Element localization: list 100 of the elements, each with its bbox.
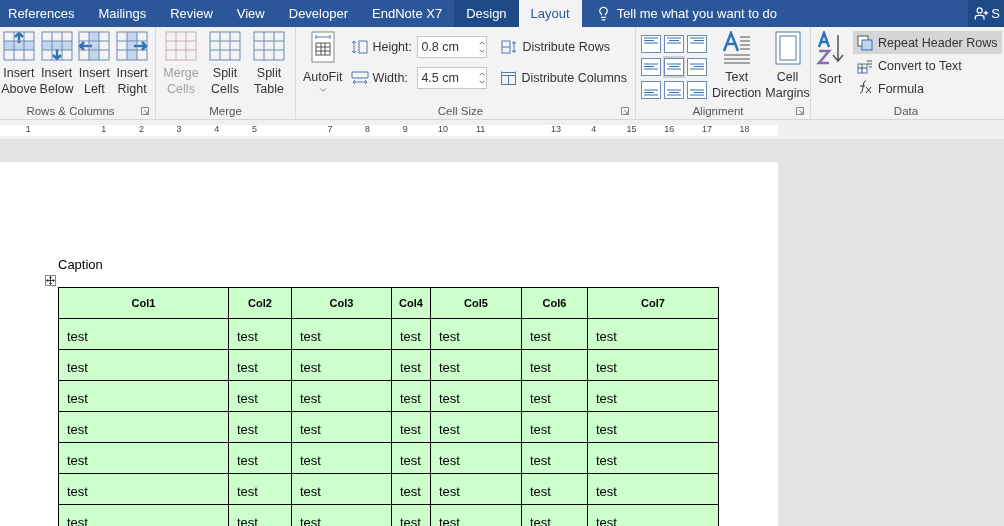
ruler-number: 17 [701, 124, 712, 134]
field-label: Height: [372, 39, 413, 54]
table-cell: test [291, 442, 392, 474]
table-cell: test [521, 442, 588, 474]
distribute-button[interactable]: Distribute Rows [497, 31, 631, 62]
cell-margins-button[interactable]: Cell Margins [765, 31, 810, 101]
caption-text: Caption [58, 257, 104, 274]
insert-button[interactable]: Insert Right [113, 31, 151, 97]
table-cell: test [587, 442, 719, 474]
account-button[interactable]: S [968, 0, 1004, 27]
dialog-launcher-icon[interactable] [141, 106, 149, 115]
data-command[interactable]: Convert to Text [853, 54, 1002, 77]
ruler-number: 3 [176, 124, 182, 134]
align-button[interactable] [640, 33, 662, 55]
align-icon [640, 57, 662, 77]
ribbon-tab[interactable]: Mailings [86, 0, 159, 27]
table-cell: test [58, 411, 229, 443]
table-cell: test [521, 318, 588, 350]
table-cell: test [430, 473, 522, 505]
table-grid-icon [165, 31, 197, 61]
align-button[interactable] [663, 79, 685, 101]
ruler-number: 1 [25, 124, 31, 134]
align-button[interactable] [640, 56, 662, 78]
align-button[interactable] [686, 79, 708, 101]
table-cell: test [391, 411, 431, 443]
group-title: Alignment [691, 104, 745, 117]
align-button[interactable] [663, 33, 685, 55]
ribbon-tab[interactable]: Design [454, 0, 519, 27]
table-cell: test [587, 380, 719, 412]
ruler-number: 8 [365, 124, 371, 134]
align-icon [663, 34, 685, 54]
header-cell: Col3 [291, 287, 392, 319]
distribute-rows-icon [501, 38, 518, 55]
dialog-launcher-icon[interactable] [796, 106, 804, 115]
distribute-button[interactable]: Distribute Columns [497, 62, 631, 93]
caret-icon [317, 85, 328, 95]
text-direction-button[interactable]: Text Direction [712, 31, 762, 101]
ruler-number: 13 [551, 124, 562, 134]
table-cell: test [587, 473, 719, 505]
table-command-button[interactable]: Split Table [248, 31, 290, 97]
field-label: Width: [372, 70, 409, 85]
tell-me-field[interactable]: Tell me what you want to do [581, 0, 969, 27]
row-height-icon [351, 38, 370, 55]
table-move-handle[interactable] [45, 275, 56, 286]
insert-right-icon [116, 31, 149, 61]
table-cell: test [228, 318, 292, 350]
ruler-number: 15 [626, 124, 637, 134]
insert-left-icon [78, 31, 111, 61]
table-cell: test [521, 380, 588, 412]
insert-button[interactable]: Insert Below [37, 31, 76, 97]
table-cell: test [521, 473, 588, 505]
table-cell: test [228, 411, 292, 443]
table-cell: test [58, 473, 229, 505]
data-command[interactable]: Formula [853, 77, 1002, 100]
header-cell: Col5 [430, 287, 522, 319]
table-cell: test [58, 349, 229, 381]
table-cell: test [521, 349, 588, 381]
table-cell: test [391, 473, 431, 505]
align-icon [640, 34, 662, 54]
table-cell: test [291, 411, 392, 443]
header-cell: Col4 [391, 287, 431, 319]
align-button[interactable] [686, 56, 708, 78]
add-user-icon [974, 6, 990, 21]
spin-field[interactable]: 0.8 cm [417, 35, 488, 58]
insert-button[interactable]: Insert Left [75, 31, 114, 97]
ruler-number: 5 [252, 124, 257, 134]
ribbon-tab[interactable]: EndNote X7 [360, 0, 455, 27]
header-cell: Col2 [228, 287, 292, 319]
ribbon-tab[interactable]: Review [158, 0, 225, 27]
spin-field[interactable]: 4.5 cm [417, 66, 488, 89]
align-button[interactable] [686, 33, 708, 55]
header-cell: Col7 [587, 287, 719, 319]
align-icon [686, 34, 708, 54]
insert-above-icon [2, 31, 35, 61]
repeat-header-icon [857, 34, 873, 51]
table-command-button[interactable]: Split Cells [204, 31, 246, 97]
align-button[interactable] [663, 56, 685, 78]
ribbon-tab[interactable]: Layout [518, 0, 582, 27]
data-command[interactable]: Repeat Header Rows [853, 31, 1002, 54]
group-title: Rows & Columns [25, 104, 116, 117]
align-icon [663, 80, 685, 100]
autofit-button[interactable]: AutoFit [300, 31, 346, 95]
table-cell: test [391, 380, 431, 412]
ribbon-tab[interactable]: Developer [276, 0, 360, 27]
table-cell: test [391, 442, 431, 474]
table-cell: test [291, 380, 392, 412]
split-table-icon [253, 31, 285, 61]
align-button[interactable] [640, 79, 662, 101]
header-cell: Col1 [58, 287, 229, 319]
dialog-launcher-icon[interactable] [621, 106, 629, 115]
header-cell: Col6 [521, 287, 588, 319]
align-icon [686, 80, 708, 100]
sort-button[interactable]: Sort [815, 31, 845, 87]
table-cell: test [58, 504, 229, 526]
insert-button[interactable]: Insert Above [0, 31, 38, 97]
ruler-number: 1 [101, 124, 107, 134]
ribbon-tab[interactable]: References [0, 0, 87, 27]
ribbon-tab[interactable]: View [224, 0, 277, 27]
table-cell: test [430, 318, 522, 350]
table-cell: test [228, 442, 292, 474]
